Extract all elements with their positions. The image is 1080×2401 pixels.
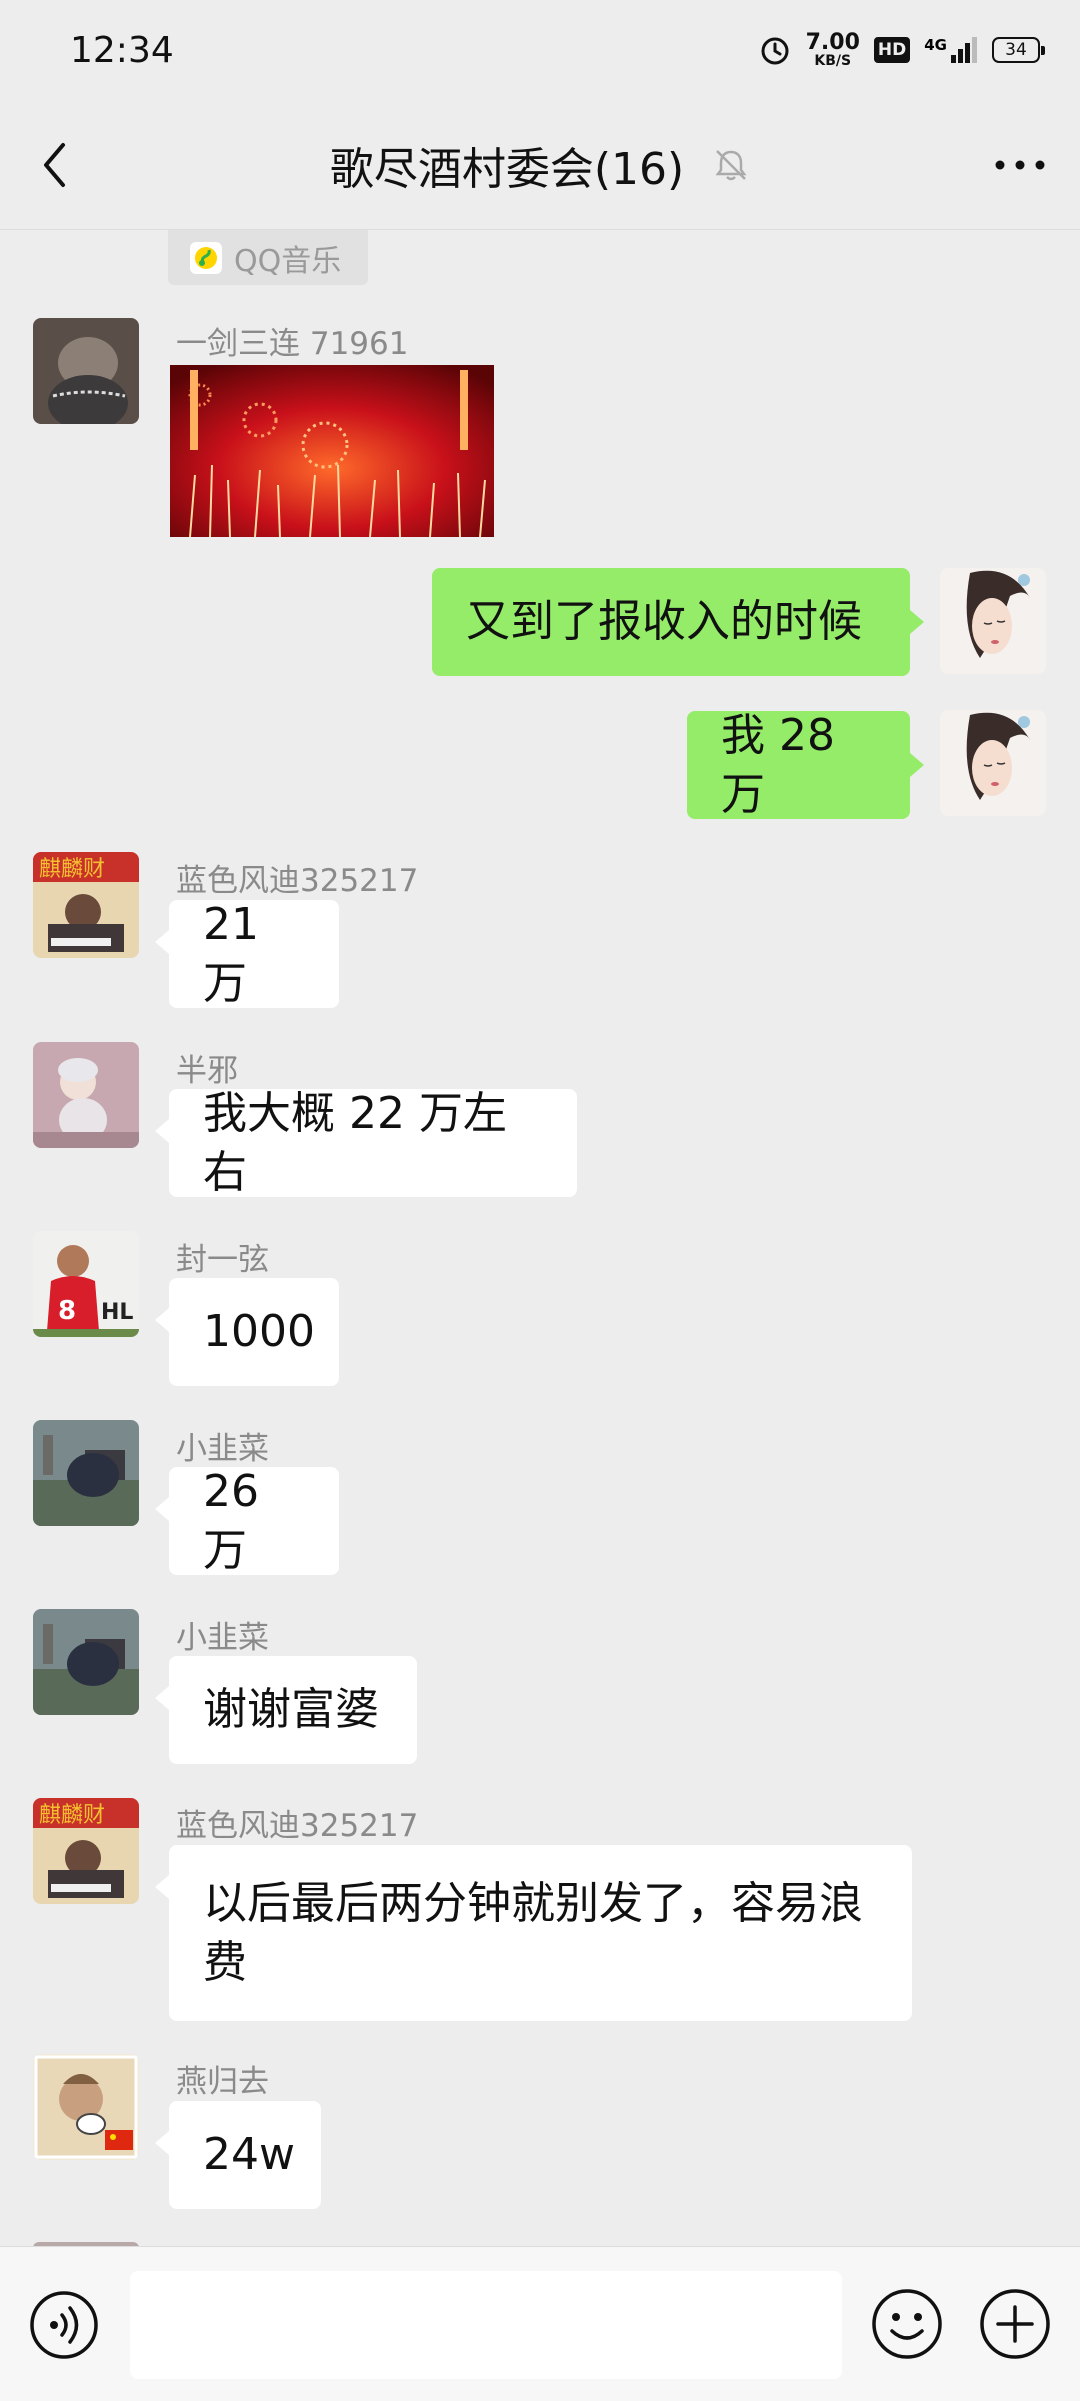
message-text: 我 28 万 xyxy=(721,709,835,820)
svg-text:HL: HL xyxy=(101,1300,133,1325)
battery-level: 34 xyxy=(1005,40,1027,60)
status-icons: 7.00 KB/S HD 4G 34 xyxy=(758,30,1045,69)
network-type: 4G xyxy=(924,36,947,54)
message-text: 又到了报收入的时候 xyxy=(466,596,862,648)
emoji-icon[interactable] xyxy=(870,2287,944,2361)
alarm-icon xyxy=(761,37,789,65)
message-bubble[interactable]: 1000 xyxy=(155,1278,339,1386)
battery-icon: 34 xyxy=(992,37,1045,63)
avatar[interactable] xyxy=(33,1042,139,1148)
sender-name: 封一弦 xyxy=(176,1242,269,1278)
message-bubble[interactable]: 我 28 万 xyxy=(687,710,924,820)
avatar[interactable] xyxy=(33,318,139,424)
sender-name: 小韭菜 xyxy=(176,1620,269,1656)
svg-text:麒麟财: 麒麟财 xyxy=(39,1803,105,1828)
message-bubble[interactable]: 26 万 xyxy=(155,1466,339,1576)
message-text: 以后最后两分钟就别发了，容易浪费 xyxy=(203,1877,863,1988)
avatar[interactable]: 8 HL xyxy=(33,1231,139,1337)
message-text: 谢谢富婆 xyxy=(203,1684,379,1736)
music-card-source[interactable]: QQ音乐 xyxy=(168,230,368,285)
more-options-icon[interactable] xyxy=(990,145,1050,185)
status-bar: 12:34 7.00 KB/S HD 4G 34 xyxy=(0,0,1080,100)
network-speed-unit: KB/S xyxy=(814,53,852,69)
my-avatar[interactable] xyxy=(940,710,1046,816)
mute-bell-icon xyxy=(715,149,747,180)
sender-name: 蓝色风迪325217 xyxy=(176,1808,419,1844)
avatar[interactable] xyxy=(33,1609,139,1715)
svg-text:麒麟财: 麒麟财 xyxy=(39,857,105,882)
network-speed: 7.00 KB/S xyxy=(805,30,860,69)
message-bubble[interactable]: 我大概 22 万左右 xyxy=(155,1088,577,1198)
message-bubble[interactable]: 24w xyxy=(155,2101,321,2209)
message-text: 1000 xyxy=(203,1306,315,1358)
chat-header: 歌尽酒村委会(16) xyxy=(0,100,1080,230)
avatar[interactable]: 麒麟财 xyxy=(33,852,139,958)
message-text: 我大概 22 万左右 xyxy=(203,1087,507,1198)
back-icon[interactable] xyxy=(30,135,80,195)
svg-text:8: 8 xyxy=(58,1296,76,1326)
network-speed-value: 7.00 xyxy=(805,30,860,55)
message-input[interactable] xyxy=(130,2271,842,2379)
message-bubble[interactable]: 谢谢富婆 xyxy=(155,1656,417,1764)
sender-name: 蓝色风迪325217 xyxy=(176,863,419,899)
fireworks-image[interactable] xyxy=(170,365,494,537)
avatar[interactable] xyxy=(33,2054,139,2160)
input-bar xyxy=(0,2246,1080,2401)
message-bubble[interactable]: 又到了报收入的时候 xyxy=(432,568,924,676)
message-text: 21 万 xyxy=(203,898,259,1009)
qq-music-icon xyxy=(190,241,222,274)
signal-icon: 4G xyxy=(924,36,978,64)
chat-title: 歌尽酒村委会(16) xyxy=(329,143,685,195)
music-card-label: QQ音乐 xyxy=(234,243,342,279)
sender-name: 一剑三连 71961 xyxy=(176,326,409,362)
message-bubble[interactable]: 以后最后两分钟就别发了，容易浪费 xyxy=(155,1845,912,2021)
hd-badge: HD xyxy=(873,37,911,63)
my-avatar[interactable] xyxy=(940,568,1046,674)
message-text: 26 万 xyxy=(203,1465,259,1576)
status-time: 12:34 xyxy=(70,29,174,71)
message-text: 24w xyxy=(203,2129,295,2181)
voice-icon[interactable] xyxy=(28,2289,100,2361)
plus-icon[interactable] xyxy=(978,2287,1052,2361)
avatar[interactable] xyxy=(33,1420,139,1526)
message-bubble[interactable]: 21 万 xyxy=(155,899,339,1009)
sender-name: 燕归去 xyxy=(176,2064,269,2100)
avatar[interactable]: 麒麟财 xyxy=(33,1798,139,1904)
